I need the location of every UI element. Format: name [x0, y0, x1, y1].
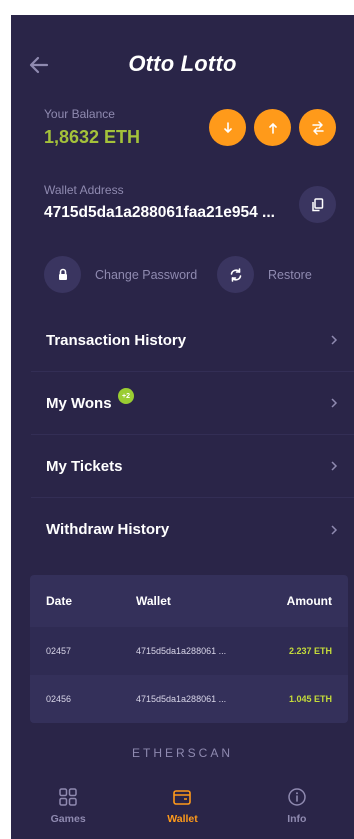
restore-option[interactable]: Restore	[217, 256, 312, 293]
row-amount: 2.237 ETH	[288, 646, 332, 656]
bottom-nav: Games Wallet Info	[11, 787, 354, 839]
row-wallet: 4715d5da1a288061 ...	[136, 646, 227, 656]
row-date: 02456	[46, 694, 72, 704]
column-header-amount: Amount	[286, 594, 332, 608]
menu-item-label: Transaction History	[46, 331, 187, 349]
grid-icon	[59, 788, 77, 806]
menu-item-my-wons[interactable]: My Wons +2	[31, 372, 354, 435]
chevron-right-icon	[331, 398, 338, 408]
chevron-right-icon	[331, 335, 338, 345]
table-row[interactable]: 02456 4715d5da1a288061 ... 1.045 ETH	[30, 675, 348, 723]
menu-item-withdraw-history[interactable]: Withdraw History	[31, 498, 354, 561]
menu-item-label: My Tickets	[46, 457, 123, 475]
wallet-screen: Otto Lotto Your Balance 1,8632 ETH Walle…	[11, 15, 354, 839]
lock-icon	[44, 256, 81, 293]
etherscan-link[interactable]: ETHERSCAN	[11, 746, 354, 760]
restore-label: Restore	[268, 267, 312, 282]
chevron-right-icon	[331, 461, 338, 471]
column-header-wallet: Wallet	[136, 594, 171, 608]
nav-info[interactable]: Info	[240, 787, 354, 839]
refresh-icon	[217, 256, 254, 293]
wallet-icon	[173, 790, 192, 805]
change-password-option[interactable]: Change Password	[44, 256, 197, 293]
chevron-right-icon	[331, 524, 338, 535]
info-icon	[288, 788, 306, 806]
arrow-up-icon	[268, 122, 277, 134]
nav-games-label: Games	[50, 813, 86, 825]
menu-item-label: Withdraw History	[46, 521, 170, 538]
menu-item-transaction-history[interactable]: Transaction History	[31, 309, 354, 372]
change-password-label: Change Password	[95, 267, 198, 282]
wallet-actions	[209, 109, 336, 146]
nav-info-label: Info	[287, 813, 307, 825]
row-wallet: 4715d5da1a288061 ...	[136, 694, 227, 704]
row-amount: 1.045 ETH	[288, 694, 332, 704]
exchange-icon	[311, 120, 324, 135]
new-count-badge: +2	[118, 388, 134, 404]
exchange-button[interactable]	[299, 109, 336, 146]
menu-item-label: My Wons	[46, 394, 112, 412]
nav-wallet[interactable]: Wallet	[125, 787, 239, 839]
table-header: Date Wallet Amount	[30, 575, 348, 627]
nav-wallet-label: Wallet	[167, 813, 198, 825]
copy-icon	[312, 197, 324, 211]
row-date: 02457	[46, 646, 72, 656]
arrow-down-icon	[223, 121, 232, 133]
nav-games[interactable]: Games	[11, 787, 125, 839]
table-row[interactable]: 02457 4715d5da1a288061 ... 2.237 ETH	[30, 627, 348, 675]
send-button[interactable]	[254, 109, 291, 146]
balance-value: 1,8632 ETH	[44, 127, 141, 147]
menu-list: Transaction History My Wons +2 My Ticket…	[31, 309, 354, 561]
wallet-address-label: Wallet Address	[44, 183, 124, 197]
column-header-date: Date	[46, 594, 73, 608]
transactions-table: Date Wallet Amount 02457 4715d5da1a28806…	[30, 575, 348, 723]
balance-label: Your Balance	[44, 107, 115, 121]
menu-item-my-tickets[interactable]: My Tickets	[31, 435, 354, 498]
receive-button[interactable]	[209, 109, 246, 146]
copy-address-button[interactable]	[299, 186, 336, 223]
app-title: Otto Lotto	[128, 51, 237, 76]
wallet-address-value: 4715d5da1a288061faa21e954 ...	[44, 204, 275, 221]
